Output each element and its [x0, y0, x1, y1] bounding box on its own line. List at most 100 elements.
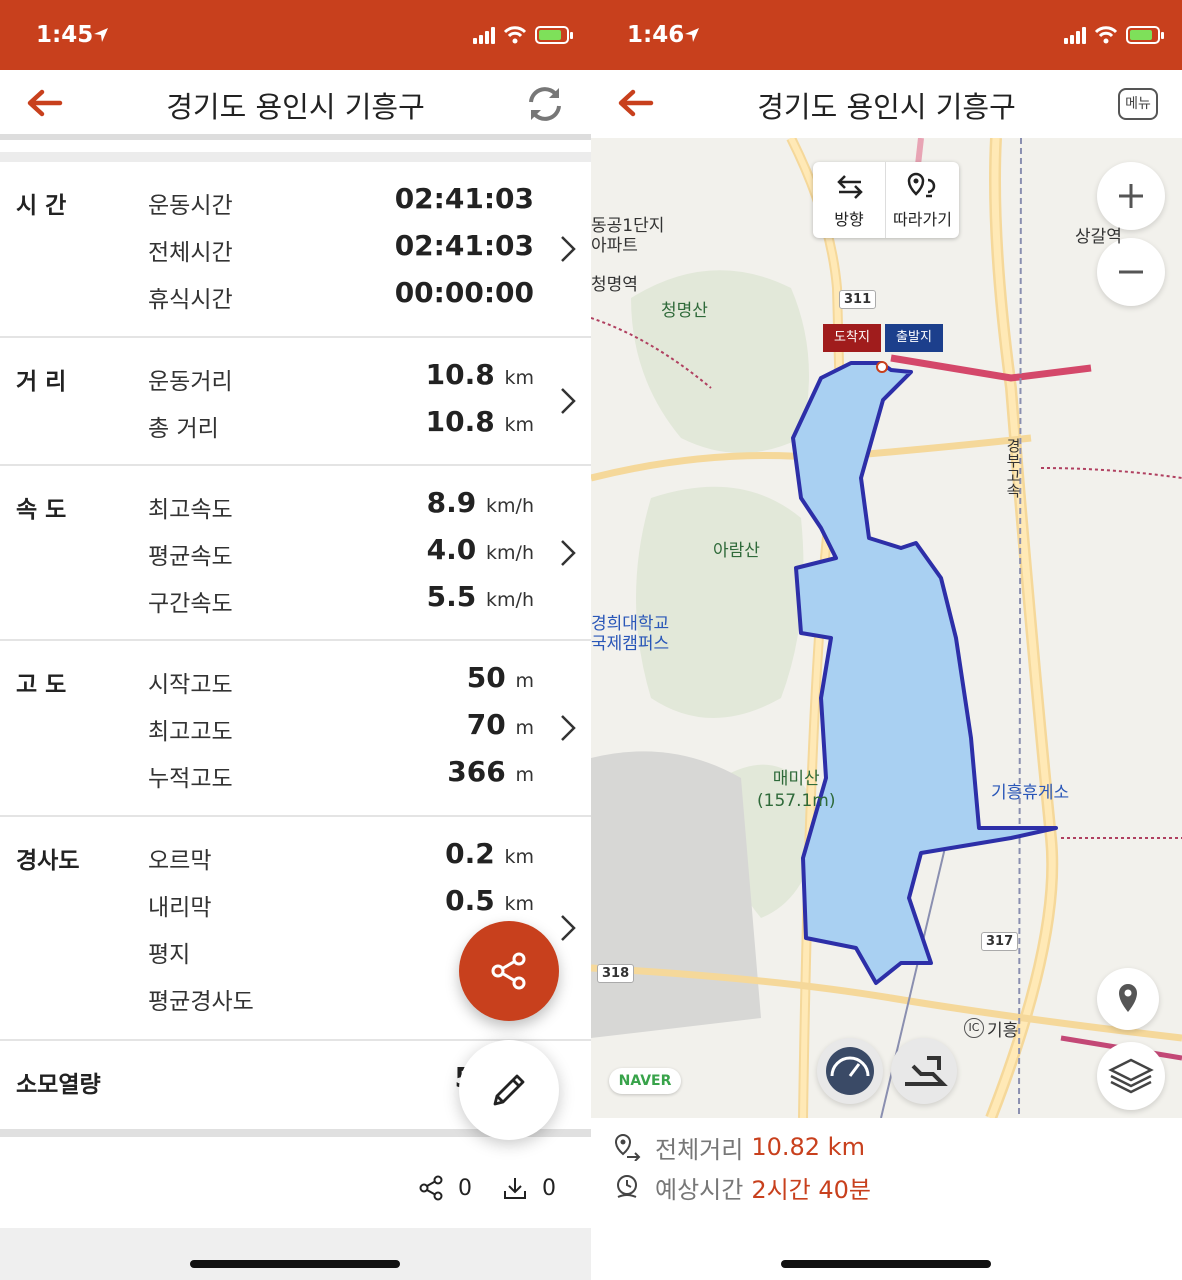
- stat-label: 평지: [148, 942, 191, 968]
- home-indicator: [190, 1260, 400, 1268]
- map-label-mountain3: 매미산 (157.1m): [757, 769, 836, 811]
- share-icon: [491, 952, 526, 990]
- status-time: 1:45: [36, 22, 94, 48]
- download-icon: [504, 1178, 526, 1199]
- share-count[interactable]: 0: [418, 1175, 472, 1201]
- section-title: 소모열량: [16, 1072, 101, 1098]
- end-flag: 도착지: [823, 324, 881, 352]
- menu-button[interactable]: 메뉴: [1118, 88, 1158, 120]
- stat-value: 70 m: [466, 708, 534, 741]
- section-time[interactable]: 시 간 운동시간 02:41:03 전체시간 02:41:03 휴식시간 00:00:…: [0, 162, 591, 338]
- app-bar: 경기도 용인시 기흥구 메뉴: [591, 70, 1182, 134]
- stat-row: 최고속도 8.9 km/h: [148, 486, 534, 530]
- stat-row: 운동시간 02:41:03: [148, 182, 534, 226]
- divider: [0, 134, 591, 162]
- section-title: 거 리: [16, 369, 67, 395]
- wifi-icon: [1094, 26, 1118, 44]
- zoom-in-button[interactable]: [1097, 162, 1165, 230]
- stat-label: 내리막: [148, 895, 212, 921]
- page-title: 경기도 용인시 기흥구: [757, 90, 1016, 124]
- stats-screen: 1:45 경기도 용인시 기흥구 시 간 운동시간 02:41:03 전체시간 02…: [0, 0, 591, 1280]
- stat-row: 누적고도 366 m: [148, 755, 534, 799]
- stat-row: 운동거리 10.8 km: [148, 358, 534, 402]
- edit-fab[interactable]: [459, 1040, 559, 1140]
- page-title: 경기도 용인시 기흥구: [166, 90, 425, 124]
- stat-value: 8.9 km/h: [426, 486, 534, 519]
- share-fab[interactable]: [459, 921, 559, 1021]
- chevron-right-icon[interactable]: [559, 386, 577, 416]
- stat-row: 전체시간 02:41:03: [148, 229, 534, 273]
- location-pin-icon: [1119, 984, 1137, 1012]
- map-screen: 1:46 경기도 용인시 기흥구 메뉴 도착지 출발지 방향 따라가기 동공1단…: [591, 0, 1182, 1280]
- home-indicator: [781, 1260, 991, 1268]
- direction-button[interactable]: 방향: [813, 162, 886, 238]
- map-label-station1: 청명역: [591, 275, 638, 295]
- map-label-univ: 경희대학교 국제캠퍼스: [591, 614, 670, 654]
- stat-value: 5.5 km/h: [426, 580, 534, 613]
- section-altitude[interactable]: 고 도 시작고도 50 m 최고고도 70 m 누적고도 366 m: [0, 641, 591, 817]
- stat-value: 02:41:03: [394, 229, 534, 262]
- section-title: 시 간: [16, 193, 67, 219]
- signal-icon: [473, 26, 495, 44]
- stat-label: 휴식시간: [148, 287, 233, 313]
- status-time: 1:46: [627, 22, 685, 48]
- stat-value: 50 m: [466, 661, 534, 694]
- map-view[interactable]: 도착지 출발지 방향 따라가기 동공1단지 아파트 청명역 청명산 상갈역 아람…: [591, 138, 1182, 1118]
- chevron-right-icon[interactable]: [559, 713, 577, 743]
- stat-row: 최고고도 70 m: [148, 708, 534, 752]
- slope-button[interactable]: [891, 1038, 957, 1104]
- stat-row: 총 거리 10.8 km: [148, 405, 534, 449]
- section-title: 경사도: [16, 848, 80, 874]
- share-icon: [419, 1175, 443, 1201]
- stat-label: 시작고도: [148, 672, 233, 698]
- estimated-time-row: 예상시간 2시간 40분: [613, 1170, 871, 1204]
- battery-icon: [1126, 26, 1164, 44]
- my-location-button[interactable]: [1097, 968, 1159, 1030]
- section-speed[interactable]: 속 도 최고속도 8.9 km/h 평균속도 4.0 km/h 구간속도 5.5 km…: [0, 466, 591, 641]
- stat-value: 366 m: [447, 755, 534, 788]
- app-bar: 경기도 용인시 기흥구: [0, 70, 591, 134]
- battery-icon: [535, 26, 573, 44]
- stat-label: 최고고도: [148, 719, 233, 745]
- follow-button[interactable]: 따라가기: [886, 162, 959, 238]
- swap-arrows-icon: [837, 175, 863, 199]
- map-label-ic-badge: IC: [964, 1018, 984, 1038]
- pencil-icon: [493, 1074, 525, 1106]
- layers-button[interactable]: [1097, 1042, 1165, 1110]
- section-title: 고 도: [16, 672, 67, 698]
- status-bar: 1:46: [591, 0, 1182, 70]
- chevron-right-icon[interactable]: [559, 538, 577, 568]
- stat-label: 평균경사도: [148, 989, 254, 1015]
- stat-label: 전체시간: [148, 240, 233, 266]
- stat-value: 4.0 km/h: [426, 533, 534, 566]
- zoom-out-button[interactable]: [1097, 238, 1165, 306]
- total-distance-row: 전체거리 10.82 km: [613, 1130, 865, 1164]
- wifi-icon: [503, 26, 527, 44]
- stat-label: 운동시간: [148, 193, 233, 219]
- section-distance[interactable]: 거 리 운동거리 10.8 km 총 거리 10.8 km: [0, 338, 591, 466]
- slope-icon: [905, 1056, 948, 1086]
- chevron-right-icon[interactable]: [559, 234, 577, 264]
- signal-icon: [1064, 26, 1086, 44]
- share-download-counts: 0 0: [418, 1175, 578, 1207]
- speedometer-button[interactable]: [817, 1038, 883, 1104]
- map-label-station2: 상갈역: [1075, 227, 1122, 247]
- layers-icon: [1108, 1058, 1154, 1094]
- sync-icon[interactable]: [523, 84, 567, 124]
- download-count[interactable]: 0: [502, 1175, 556, 1201]
- stat-label: 평균속도: [148, 544, 233, 570]
- chevron-right-icon[interactable]: [559, 913, 577, 943]
- distance-pin-icon: [614, 1133, 641, 1161]
- stat-value: 10.8 km: [425, 358, 534, 391]
- stat-value: 0.5 km: [445, 884, 534, 917]
- map-label-rest: 기흥휴게소: [991, 783, 1070, 803]
- section-title: 속 도: [16, 497, 67, 523]
- map-label-mountain1: 청명산: [661, 301, 708, 321]
- map-label-ic: 기흥: [987, 1021, 1019, 1041]
- location-arrow-icon: [685, 28, 699, 42]
- minus-icon: [1119, 270, 1143, 274]
- bottom-bar: [0, 1228, 591, 1280]
- route-info: 전체거리 10.82 km 예상시간 2시간 40분: [591, 1118, 1182, 1228]
- speedometer-icon: [826, 1047, 874, 1095]
- follow-route-icon: [907, 172, 936, 198]
